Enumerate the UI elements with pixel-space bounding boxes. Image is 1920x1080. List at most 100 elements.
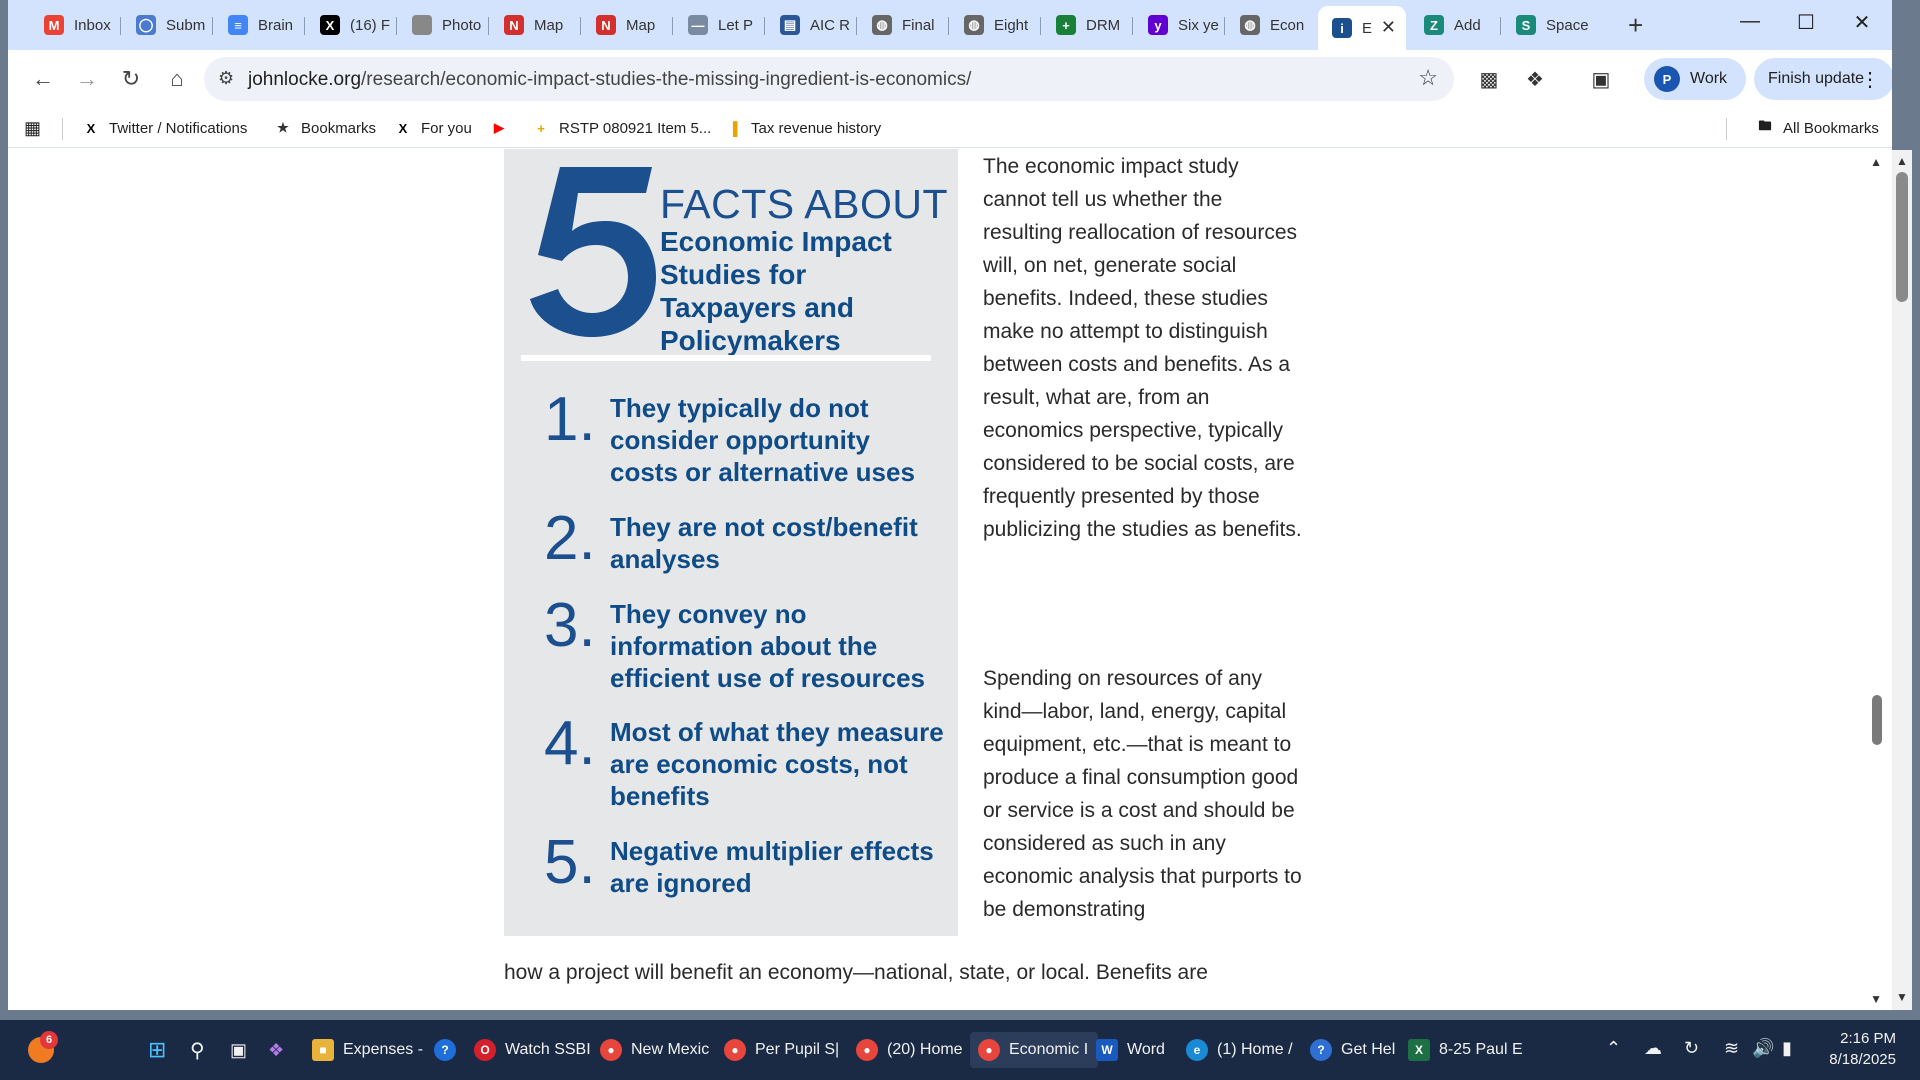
search-icon[interactable]: ⚲ — [190, 1032, 205, 1068]
browser-tab[interactable]: ◍ Final — [858, 8, 944, 42]
x-icon: X — [320, 15, 340, 35]
extension-icon[interactable]: ▩ — [1474, 64, 1504, 94]
avatar: P — [1654, 66, 1680, 92]
browser-tab[interactable]: N Map — [490, 8, 576, 42]
taskbar-app[interactable]: W Word — [1096, 1032, 1165, 1068]
scroll-down-arrow-icon[interactable]: ▼ — [1870, 992, 1882, 1006]
minimize-button[interactable]: — — [1730, 10, 1770, 33]
onedrive-cloud-icon[interactable]: ☁ — [1644, 1038, 1662, 1059]
browser-tab[interactable]: i E ✕ — [1318, 6, 1406, 50]
browser-tab[interactable]: ◍ Econ — [1226, 8, 1312, 42]
new-tab-button[interactable]: + — [1628, 10, 1643, 41]
kebab-menu-icon[interactable]: ⋮ — [1860, 67, 1880, 92]
bookmark-star-icon[interactable]: ☆ — [1418, 65, 1438, 91]
copilot-icon[interactable]: ❖ — [268, 1032, 284, 1068]
puzzle-extensions-icon[interactable]: ❖ — [1520, 64, 1550, 94]
taskbar-app-label: Expenses - — [343, 1041, 424, 1058]
browser-tab[interactable]: — Let P — [674, 8, 760, 42]
taskbar-app[interactable]: ■ Expenses - — [312, 1032, 423, 1068]
bookmark-item[interactable]: X Twitter / Notifications — [82, 116, 248, 140]
yahoo-icon: y — [1148, 15, 1168, 35]
help-icon: ? — [434, 1039, 456, 1061]
taskbar-app[interactable]: X 8-25 Paul E — [1408, 1032, 1523, 1068]
bookmark-item[interactable]: ▐ Tax revenue history — [724, 116, 881, 140]
site-info-icon[interactable]: ⚙ — [218, 68, 234, 89]
folder-icon: 🖿 — [1758, 118, 1772, 133]
browser-tab[interactable]: M Inbox — [30, 8, 116, 42]
system-clock[interactable]: 2:16 PM 8/18/2025 — [1829, 1028, 1896, 1070]
close-window-button[interactable]: ✕ — [1842, 10, 1882, 35]
windows-start-icon[interactable]: ⊞ — [148, 1032, 166, 1068]
bookmarks-divider — [1726, 118, 1727, 140]
bookmark-item[interactable]: ▶ — [490, 116, 517, 140]
finish-update-button[interactable]: Finish update ⋮ — [1754, 58, 1892, 100]
url-text[interactable]: johnlocke.org/research/economic-impact-s… — [248, 69, 971, 91]
outer-scroll-down-icon[interactable]: ▼ — [1896, 990, 1908, 1004]
youtube-icon: ▶ — [494, 120, 504, 135]
taskbar-app[interactable]: ? — [434, 1032, 465, 1068]
address-bar[interactable]: ⚙ johnlocke.org/research/economic-impact… — [204, 57, 1454, 101]
taskbar-app[interactable]: ● Economic I — [970, 1032, 1099, 1068]
bookmark-item[interactable]: ★ Bookmarks — [274, 116, 376, 140]
outer-scroll-up-icon[interactable]: ▲ — [1896, 154, 1908, 168]
task-view-icon[interactable]: ▣ — [230, 1032, 247, 1068]
profile-button[interactable]: P Work — [1644, 58, 1746, 100]
clock-date: 8/18/2025 — [1829, 1051, 1896, 1068]
apps-grid-icon[interactable]: ▦ — [24, 116, 41, 140]
taskbar-app[interactable]: ● (20) Home — [856, 1032, 963, 1068]
bookmarks-bar: ▦ 🖿 All Bookmarks X Twitter / Notificatio… — [8, 108, 1892, 148]
tab-separator — [1132, 17, 1133, 35]
browser-tab[interactable]: Z Add — [1410, 8, 1496, 42]
browser-tab[interactable]: ◍ Eight — [950, 8, 1036, 42]
taskbar-app-label: Get Hel — [1341, 1041, 1396, 1058]
home-button[interactable]: ⌂ — [160, 62, 194, 96]
sheet-icon: S — [1516, 15, 1536, 35]
browser-tab[interactable]: y Six ye — [1134, 8, 1220, 42]
browser-tab[interactable]: S Space — [1502, 8, 1588, 42]
taskbar-app[interactable]: ? Get Hel — [1310, 1032, 1395, 1068]
page-scrollbar-thumb[interactable] — [1872, 695, 1882, 745]
browser-tab[interactable]: ≡ Brain — [214, 8, 300, 42]
tab-label: Add — [1454, 16, 1481, 34]
bookmark-item[interactable]: X For you — [394, 116, 472, 140]
all-bookmarks-button[interactable]: 🖿 All Bookmarks — [1756, 116, 1878, 140]
browser-tab[interactable]: + DRM — [1042, 8, 1128, 42]
tab-separator — [764, 17, 765, 35]
forward-button[interactable]: → — [70, 62, 104, 96]
maximize-button[interactable]: ☐ — [1786, 10, 1826, 35]
chart-icon: ▤ — [780, 15, 800, 35]
fact-number: 1. — [544, 385, 596, 454]
browser-tab[interactable]: X (16) F — [306, 8, 392, 42]
facts-subtitle: Economic Impact Studies for Taxpayers an… — [660, 226, 892, 356]
fact-text: Negative multiplier effects are ignored — [610, 836, 934, 898]
taskbar-app[interactable]: ● New Mexic — [600, 1032, 709, 1068]
close-tab-icon[interactable]: ✕ — [1381, 17, 1396, 38]
scroll-up-arrow-icon[interactable]: ▲ — [1870, 155, 1882, 169]
bookmark-label: Bookmarks — [301, 119, 377, 137]
tray-chevron-icon[interactable]: ⌃ — [1606, 1038, 1621, 1059]
docs-icon: ≡ — [228, 15, 248, 35]
volume-icon[interactable]: 🔊 — [1752, 1038, 1774, 1059]
tab-label: Map — [626, 16, 656, 34]
fact-text: Most of what they measure are economic c… — [610, 717, 944, 811]
bookmark-item[interactable]: + RSTP 080921 Item 5... — [532, 116, 711, 140]
tab-search-icon[interactable]: ▣ — [1586, 64, 1616, 94]
browser-tab[interactable]: N Map — [582, 8, 668, 42]
taskbar-app-label: 8-25 Paul E — [1439, 1041, 1523, 1058]
browser-tab[interactable]: ◯ Subm — [122, 8, 208, 42]
taskbar-app[interactable]: e (1) Home / — [1186, 1032, 1293, 1068]
bookmarks-divider — [62, 118, 63, 140]
chrome-icon: ● — [978, 1039, 1000, 1061]
reload-button[interactable]: ↻ — [114, 62, 148, 96]
outer-scrollbar-thumb[interactable] — [1896, 172, 1908, 302]
wifi-icon[interactable]: ≋ — [1724, 1038, 1739, 1059]
browser-tab[interactable]: Photo — [398, 8, 484, 42]
taskbar-app[interactable]: O Watch SSBI — [474, 1032, 591, 1068]
taskbar-app-label: Economic I — [1009, 1041, 1089, 1058]
taskbar-app-label: (1) Home / — [1217, 1041, 1293, 1058]
battery-icon[interactable]: ▮ — [1782, 1038, 1792, 1059]
browser-tab[interactable]: ▤ AIC R — [766, 8, 852, 42]
sync-icon[interactable]: ↻ — [1684, 1038, 1699, 1059]
taskbar-app[interactable]: ● Per Pupil S| — [724, 1032, 839, 1068]
back-button[interactable]: ← — [26, 62, 60, 96]
